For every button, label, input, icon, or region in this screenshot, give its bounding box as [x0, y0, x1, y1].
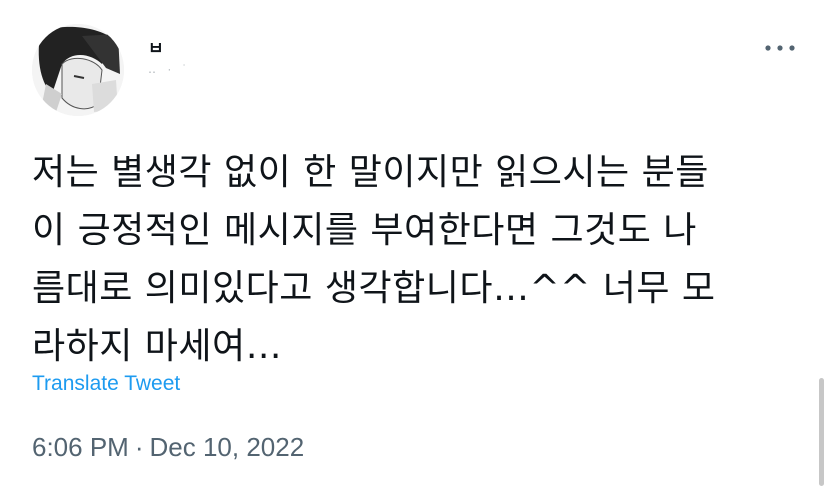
more-horizontal-icon — [765, 45, 795, 51]
author-handle[interactable]: ‥ · ˙ — [148, 62, 191, 76]
tweet-text-line: 름대로 의미있다고 생각합니다…^^ 너무 모 — [32, 268, 716, 309]
scrollbar-thumb[interactable] — [819, 378, 824, 486]
author-display-name[interactable]: ㅂ — [148, 34, 164, 59]
tweet-text-line: 라하지 마세여… — [32, 326, 283, 367]
tweet-text-line: 저는 별생각 없이 한 말이지만 읽으시는 분들 — [32, 152, 709, 193]
tweet-timestamp: 6:06 PM · Dec 10, 2022 — [32, 432, 304, 463]
tweet-date[interactable]: Dec 10, 2022 — [150, 432, 305, 462]
avatar-image — [32, 24, 124, 116]
translate-tweet-link[interactable]: Translate Tweet — [32, 372, 180, 396]
tweet-text-line: 이 긍정적인 메시지를 부여한다면 그것도 나 — [32, 210, 697, 251]
tweet-text: 저는 별생각 없이 한 말이지만 읽으시는 분들 이 긍정적인 메시지를 부여한… — [32, 144, 802, 376]
more-options-button[interactable] — [760, 36, 800, 60]
avatar[interactable] — [32, 24, 124, 116]
tweet-time[interactable]: 6:06 PM — [32, 432, 129, 462]
timestamp-separator: · — [134, 432, 144, 462]
